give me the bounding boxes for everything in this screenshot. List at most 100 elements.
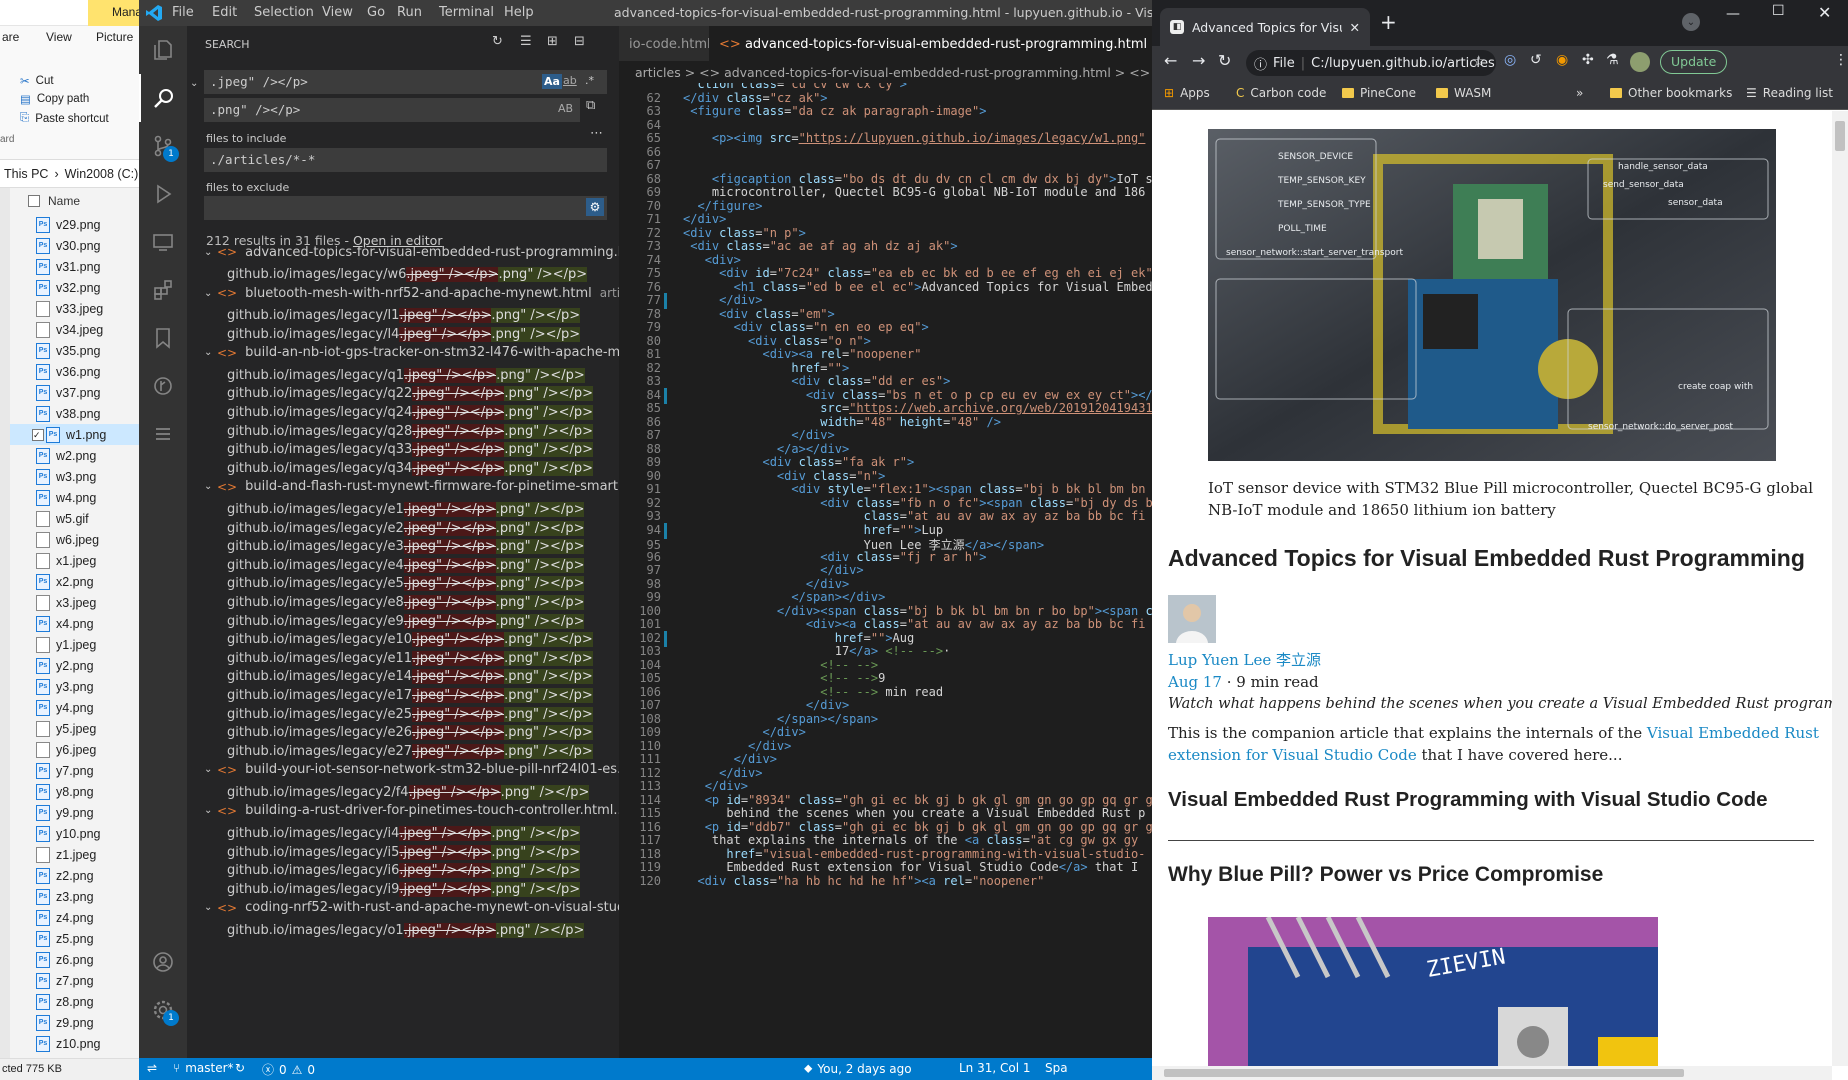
file-row[interactable]: Ps z2.png xyxy=(0,865,139,886)
omnibox[interactable]: ⓘ File | C:/lupyuen.github.io/articles..… xyxy=(1246,50,1496,76)
forward-arrow-icon[interactable]: → xyxy=(1192,51,1205,70)
problems-indicator[interactable]: ⓧ 0 ⚠ 0 xyxy=(262,1061,315,1078)
explorer-view-button[interactable] xyxy=(139,26,187,74)
bookmarks-overflow-icon[interactable]: » xyxy=(1576,86,1583,100)
name-column-header[interactable]: Name xyxy=(0,188,139,214)
menu-terminal[interactable]: Terminal xyxy=(439,5,494,20)
address-this-pc[interactable]: This PC xyxy=(4,167,48,181)
file-row[interactable]: Ps v29.png xyxy=(0,214,139,235)
file-row[interactable]: Ps x2.png xyxy=(0,571,139,592)
search-result-file[interactable]: ⌄ <> coding-nrf52-with-rust-and-apache-myn… xyxy=(187,897,654,919)
file-row[interactable]: Ps z6.png xyxy=(0,949,139,970)
ribbon-tab-picture[interactable]: Picture xyxy=(96,30,133,44)
file-row[interactable]: Ps w4.png xyxy=(0,487,139,508)
file-row[interactable]: Ps z10.png xyxy=(0,1033,139,1054)
file-row[interactable]: Ps z3.png xyxy=(0,886,139,907)
rss-extension-icon[interactable]: ◉ xyxy=(1556,52,1568,68)
author-avatar[interactable] xyxy=(1168,595,1216,643)
menu-dots-icon[interactable]: ⋮ xyxy=(1834,52,1848,68)
maximize-icon[interactable]: ☐ xyxy=(1772,3,1785,19)
file-row[interactable]: Ps v36.png xyxy=(0,361,139,382)
chevron-down-icon[interactable]: ⌄ xyxy=(187,347,212,358)
chevron-down-icon[interactable]: ⌄ xyxy=(187,902,212,913)
new-tab-button[interactable]: + xyxy=(1380,10,1397,34)
menu-selection[interactable]: Selection xyxy=(254,5,314,20)
chevron-down-icon[interactable]: ⌄ xyxy=(187,805,212,816)
select-all-checkbox[interactable] xyxy=(28,195,40,207)
breadcrumb[interactable]: articles > <> advanced-topics-for-visual… xyxy=(619,61,1152,83)
remote-indicator-icon[interactable]: ⇌ xyxy=(147,1061,157,1075)
close-tab-icon[interactable]: ✕ xyxy=(1350,20,1360,35)
file-row[interactable]: Ps y8.png xyxy=(0,781,139,802)
chevron-down-icon[interactable]: ⌄ xyxy=(187,481,212,492)
reading-list[interactable]: ☰ Reading list xyxy=(1746,86,1833,100)
lab-flask-icon[interactable]: ⚗ xyxy=(1606,52,1619,68)
chevron-down-icon[interactable]: ⌄ xyxy=(187,247,212,258)
accounts-button[interactable] xyxy=(139,938,187,986)
author-link[interactable]: Lup Yuen Lee 李立源 xyxy=(1168,649,1321,671)
scroll-thumb[interactable] xyxy=(1164,1069,1684,1077)
file-row[interactable]: w5.gif xyxy=(0,508,139,529)
file-row[interactable]: y6.jpeg xyxy=(0,739,139,760)
row-checkbox[interactable]: ✓ xyxy=(32,428,44,441)
file-row[interactable]: Ps z8.png xyxy=(0,991,139,1012)
code-line[interactable]: 120 <div class="ha hb hc hd he hf"><a re… xyxy=(619,874,1152,890)
file-row[interactable]: y1.jpeg xyxy=(0,634,139,655)
extensions-button[interactable] xyxy=(139,266,187,314)
extension-1-icon[interactable]: ◎ xyxy=(1504,52,1516,68)
menu-help[interactable]: Help xyxy=(504,5,534,20)
file-row[interactable]: v33.jpeg xyxy=(0,298,139,319)
scroll-thumb[interactable] xyxy=(1835,121,1845,151)
profile-avatar[interactable] xyxy=(1630,52,1650,72)
file-row[interactable]: Ps z5.png xyxy=(0,928,139,949)
bookmark-pinecone[interactable]: PineCone xyxy=(1342,86,1416,100)
browser-tab[interactable]: ◧ Advanced Topics for Visual Embe ✕ xyxy=(1160,8,1370,46)
sync-icon[interactable]: ↻ xyxy=(235,1061,245,1075)
branch-indicator[interactable]: ⑂ master* xyxy=(173,1061,234,1075)
cut-button[interactable]: ✂ Cut xyxy=(20,74,54,88)
menu-go[interactable]: Go xyxy=(367,5,385,20)
chevron-down-icon[interactable]: ⌄ xyxy=(187,288,212,299)
file-row[interactable]: x1.jpeg xyxy=(0,550,139,571)
file-row[interactable]: Ps y10.png xyxy=(0,823,139,844)
search-result-file[interactable]: ⌄ <> building-a-rust-driver-for-pinetimes-… xyxy=(187,800,642,822)
run-debug-button[interactable] xyxy=(139,170,187,218)
bookmark-apps[interactable]: ⊞ Apps xyxy=(1164,86,1210,100)
git-blame-indicator[interactable]: ⬥ You, 2 days ago xyxy=(804,1061,912,1076)
chevron-down-icon[interactable]: ⌄ xyxy=(187,764,212,775)
file-row[interactable]: z1.jpeg xyxy=(0,844,139,865)
outline-list-button[interactable] xyxy=(139,410,187,458)
ribbon-tab-share[interactable]: are xyxy=(2,30,19,44)
manage-tab[interactable]: Mana xyxy=(88,0,139,26)
file-row[interactable]: Ps z9.png xyxy=(0,1012,139,1033)
tab-io-code[interactable]: io-code.html xyxy=(619,26,721,61)
page-horizontal-scrollbar[interactable] xyxy=(1152,1066,1832,1080)
address-drive[interactable]: Win2008 (C:) xyxy=(65,167,139,181)
code-editor[interactable]: ction class="cu cv cw cx cy"> 62 </div cla… xyxy=(619,83,1152,1058)
reload-icon[interactable]: ↻ xyxy=(1218,51,1231,70)
file-row[interactable]: Ps y7.png xyxy=(0,760,139,781)
indentation-indicator[interactable]: Spa xyxy=(1045,1061,1068,1075)
hero-image[interactable]: handle_sensor_data send_sensor_data sens… xyxy=(1208,129,1776,461)
bookmark-carbon[interactable]: C Carbon code xyxy=(1236,86,1326,100)
search-view-button[interactable] xyxy=(139,74,187,122)
menu-run[interactable]: Run xyxy=(397,5,422,20)
file-row[interactable]: Ps w3.png xyxy=(0,466,139,487)
ribbon-tab-view[interactable]: View xyxy=(46,30,72,44)
file-row[interactable]: Ps v35.png xyxy=(0,340,139,361)
blue-pill-image[interactable]: ZIEVIN xyxy=(1208,917,1658,1066)
menu-edit[interactable]: Edit xyxy=(212,5,237,20)
file-row[interactable]: Ps y9.png xyxy=(0,802,139,823)
file-row[interactable]: Ps v30.png xyxy=(0,235,139,256)
file-row[interactable]: Ps z4.png xyxy=(0,907,139,928)
search-result-file[interactable]: ⌄ <> build-an-nb-iot-gps-tracker-on-stm32-… xyxy=(187,342,649,364)
minimize-icon[interactable]: — xyxy=(1726,6,1740,22)
other-bookmarks[interactable]: Other bookmarks xyxy=(1610,86,1732,100)
bookmarks-button[interactable] xyxy=(139,314,187,362)
search-result-file[interactable]: ⌄ <> bluetooth-mesh-with-nrf52-and-apache-… xyxy=(187,282,660,304)
menu-view[interactable]: View xyxy=(322,5,353,20)
file-row[interactable]: v34.jpeg xyxy=(0,319,139,340)
file-row[interactable]: Ps v31.png xyxy=(0,256,139,277)
file-row[interactable]: Ps v37.png xyxy=(0,382,139,403)
file-row[interactable]: Ps y2.png xyxy=(0,655,139,676)
